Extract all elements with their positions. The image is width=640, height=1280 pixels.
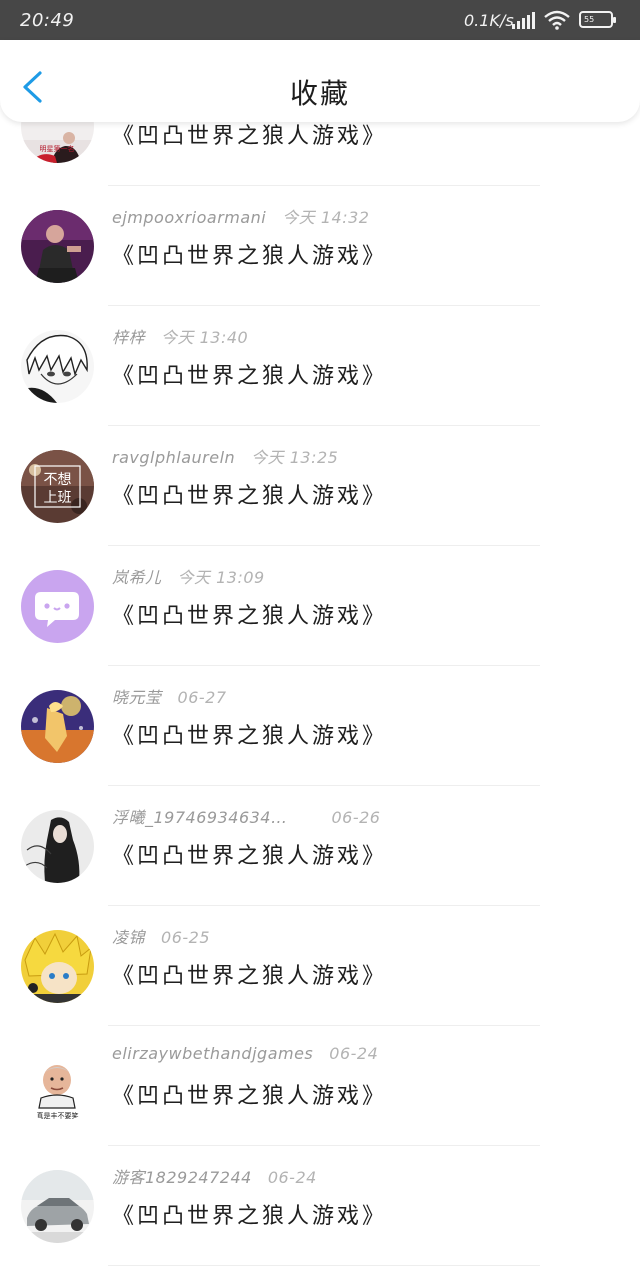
- username: ejmpooxrioarmani: [112, 208, 267, 227]
- favorite-title[interactable]: 《凹凸世界之狼人游戏》: [112, 598, 387, 630]
- favorites-list[interactable]: 明星第一名 《凹凸世界之狼人游戏》 ejmpooxrioarmani 今天 14:…: [0, 0, 640, 1280]
- avatar[interactable]: [21, 330, 94, 403]
- timestamp: 06-25: [161, 928, 211, 947]
- avatar-caption: 真是丰不要笑: [37, 1111, 79, 1120]
- avatar[interactable]: 真是丰不要笑: [21, 1050, 94, 1123]
- timestamp: 06-26: [331, 808, 381, 827]
- timestamp: 06-27: [177, 688, 227, 707]
- list-item[interactable]: 不想 上班 ravglphlaureln 今天 13:25 《凹凸世界之狼人游戏》: [0, 426, 640, 546]
- username: 浮曦_19746934634…: [112, 808, 288, 827]
- item-meta: 凌锦 06-25: [112, 924, 210, 948]
- username: 游客1829247244: [112, 1168, 252, 1187]
- list-item[interactable]: 岚希儿 今天 13:09 《凹凸世界之狼人游戏》: [0, 546, 640, 666]
- item-meta: ravglphlaureln 今天 13:25: [112, 444, 338, 468]
- list-item[interactable]: 游客1829247244 06-24 《凹凸世界之狼人游戏》: [0, 1146, 640, 1266]
- timestamp: 今天 13:09: [177, 568, 265, 587]
- favorite-title[interactable]: 《凹凸世界之狼人游戏》: [112, 118, 387, 150]
- favorite-title[interactable]: 《凹凸世界之狼人游戏》: [112, 1078, 387, 1110]
- avatar[interactable]: [21, 1170, 94, 1243]
- avatar[interactable]: [21, 930, 94, 1003]
- avatar[interactable]: [21, 810, 94, 883]
- username: elirzaywbethandjgames: [112, 1044, 314, 1063]
- item-meta: 浮曦_19746934634… 06-26: [112, 804, 380, 828]
- favorite-title[interactable]: 《凹凸世界之狼人游戏》: [112, 238, 387, 270]
- item-meta: 梓梓 今天 13:40: [112, 324, 248, 348]
- username: 凌锦: [112, 928, 146, 947]
- list-item[interactable]: 真是丰不要笑 elirzaywbethandjgames 06-24 《凹凸世界之…: [0, 1026, 640, 1146]
- avatar-caption: 明星第一名: [40, 144, 75, 153]
- timestamp: 06-24: [329, 1044, 379, 1063]
- avatar[interactable]: [21, 570, 94, 643]
- username: 岚希儿: [112, 568, 162, 587]
- avatar[interactable]: [21, 210, 94, 283]
- list-item[interactable]: 梓梓 今天 13:40 《凹凸世界之狼人游戏》: [0, 306, 640, 426]
- avatar-caption-line1: 不想: [44, 472, 72, 488]
- favorite-title[interactable]: 《凹凸世界之狼人游戏》: [112, 478, 387, 510]
- item-meta: 游客1829247244 06-24: [112, 1164, 317, 1188]
- list-item[interactable]: ejmpooxrioarmani 今天 14:32 《凹凸世界之狼人游戏》: [0, 186, 640, 306]
- username: 晓元莹: [112, 688, 162, 707]
- avatar[interactable]: 不想 上班: [21, 450, 94, 523]
- header-bar: 收藏: [0, 40, 640, 122]
- favorite-title[interactable]: 《凹凸世界之狼人游戏》: [112, 358, 387, 390]
- timestamp: 今天 14:32: [282, 208, 370, 227]
- list-item[interactable]: 晓元莹 06-27 《凹凸世界之狼人游戏》: [0, 666, 640, 786]
- divider: [108, 1265, 540, 1266]
- favorite-title[interactable]: 《凹凸世界之狼人游戏》: [112, 1198, 387, 1230]
- item-meta: elirzaywbethandjgames 06-24: [112, 1044, 378, 1068]
- favorite-title[interactable]: 《凹凸世界之狼人游戏》: [112, 718, 387, 750]
- timestamp: 今天 13:40: [161, 328, 249, 347]
- page-title: 收藏: [289, 77, 350, 110]
- item-meta: 岚希儿 今天 13:09: [112, 564, 265, 588]
- timestamp: 06-24: [267, 1168, 317, 1187]
- favorite-title[interactable]: 《凹凸世界之狼人游戏》: [112, 958, 387, 990]
- favorite-title[interactable]: 《凹凸世界之狼人游戏》: [112, 838, 387, 870]
- username: ravglphlaureln: [112, 448, 236, 467]
- item-meta: 晓元莹 06-27: [112, 684, 227, 708]
- timestamp: 今天 13:25: [251, 448, 339, 467]
- list-item[interactable]: 浮曦_19746934634… 06-26 《凹凸世界之狼人游戏》: [0, 786, 640, 906]
- username: 梓梓: [112, 328, 146, 347]
- item-meta: ejmpooxrioarmani 今天 14:32: [112, 204, 369, 228]
- avatar-caption-line2: 上班: [44, 490, 72, 506]
- avatar[interactable]: [21, 690, 94, 763]
- list-item[interactable]: 凌锦 06-25 《凹凸世界之狼人游戏》: [0, 906, 640, 1026]
